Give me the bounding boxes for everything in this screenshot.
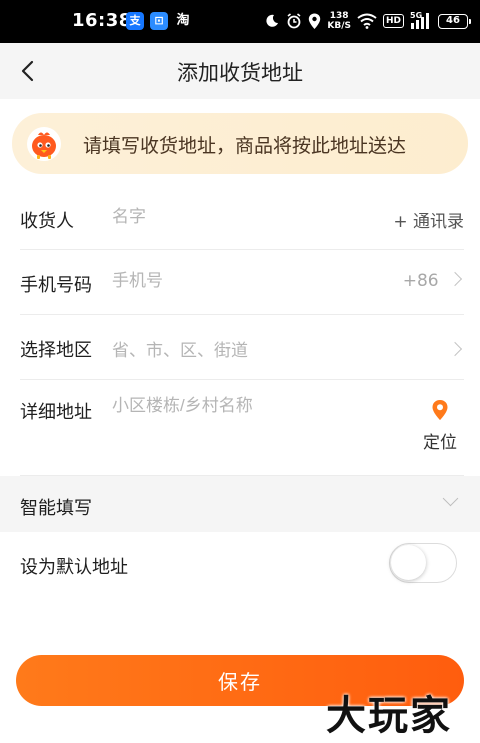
taobao-mascot-icon <box>27 127 61 161</box>
phone-label: 手机号码 <box>20 275 92 296</box>
qq-notification-icon: ⊡ <box>150 12 168 30</box>
signal-bars-icon <box>411 13 429 29</box>
smart-fill-row[interactable]: 智能填写 <box>0 476 480 532</box>
wifi-icon <box>357 13 377 29</box>
phone-row: 手机号码 +86 <box>20 250 464 315</box>
page-title: 添加收货地址 <box>177 61 303 85</box>
status-bar: 16:38 支 ⊡ 淘 138 KB/S HD 5G 46 <box>0 0 480 43</box>
taobao-notification-icon: 淘 <box>176 13 190 28</box>
toggle-knob <box>391 545 426 580</box>
alipay-notification-icon: 支 <box>126 12 144 30</box>
recipient-name-input[interactable] <box>112 207 362 227</box>
country-code-selector[interactable]: +86 <box>403 271 464 291</box>
locate-button[interactable]: 定位 <box>420 399 460 453</box>
smart-fill-label: 智能填写 <box>20 498 92 519</box>
hd-badge: HD <box>382 14 404 28</box>
recipient-row: 收货人 + 通讯录 <box>20 185 464 250</box>
network-speed-unit: KB/S <box>327 21 351 31</box>
location-status-icon <box>309 13 321 29</box>
status-indicators: 138 KB/S HD 5G 46 <box>264 8 471 34</box>
cellular-signal: 5G <box>410 11 432 30</box>
phone-number-input[interactable] <box>112 271 362 291</box>
location-pin-icon <box>432 400 448 420</box>
chevron-right-icon <box>447 271 463 287</box>
status-time: 16:38 <box>72 10 132 31</box>
recipient-label: 收货人 <box>20 211 74 232</box>
notice-text: 请填写收货地址，商品将按此地址送达 <box>83 135 407 157</box>
alarm-icon <box>287 13 301 29</box>
address-label: 详细地址 <box>20 402 92 423</box>
locate-label: 定位 <box>423 433 457 453</box>
country-code-label: +86 <box>402 271 439 291</box>
network-speed-value: 138 <box>329 11 349 21</box>
chevron-right-icon <box>447 341 463 357</box>
region-chevron <box>447 339 464 359</box>
battery-indicator: 46 <box>438 13 471 29</box>
region-selector[interactable]: 省、市、区、街道 <box>112 336 248 361</box>
chevron-down-icon <box>442 490 459 507</box>
network-speed: 138 KB/S <box>327 11 351 31</box>
address-row: 详细地址 <box>20 380 464 476</box>
moon-icon <box>266 14 279 27</box>
watermark-text: 大玩家 <box>326 693 452 739</box>
default-address-toggle[interactable] <box>389 543 457 583</box>
nav-bar: 添加收货地址 <box>0 43 480 99</box>
detailed-address-input[interactable] <box>112 396 392 416</box>
default-address-label: 设为默认地址 <box>20 557 128 578</box>
region-row[interactable]: 选择地区 省、市、区、街道 <box>20 315 464 380</box>
contacts-button[interactable]: + 通讯录 <box>393 207 464 232</box>
notice-banner: 请填写收货地址，商品将按此地址送达 <box>12 113 468 174</box>
region-label: 选择地区 <box>20 340 92 361</box>
